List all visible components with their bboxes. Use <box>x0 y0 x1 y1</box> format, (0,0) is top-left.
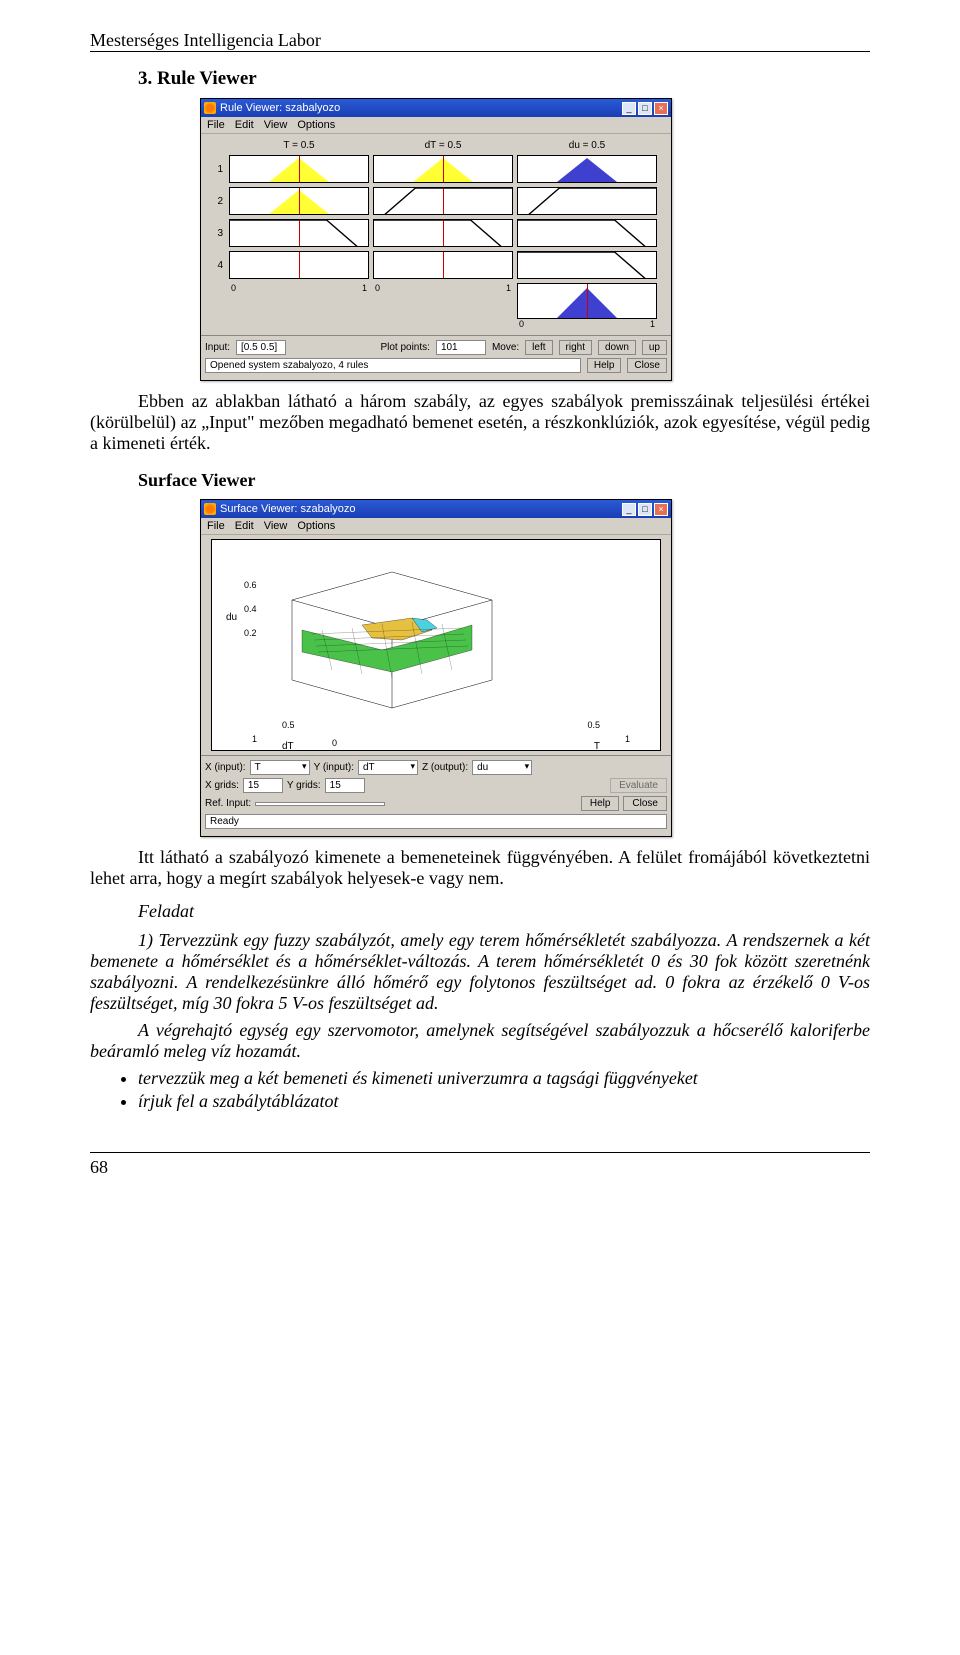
input-field[interactable]: [0.5 0.5] <box>236 340 286 355</box>
xgrids-label: X grids: <box>205 780 239 791</box>
surface-viewer-paragraph: Itt látható a szabályozó kimenete a beme… <box>90 847 870 889</box>
move-down-button[interactable]: down <box>598 340 636 355</box>
z-ticks: 0.6 0.4 0.2 <box>244 580 257 638</box>
menu-edit[interactable]: Edit <box>235 520 254 532</box>
close-button[interactable]: Close <box>623 796 667 811</box>
axis-ticks: 01 <box>517 319 657 329</box>
move-left-button[interactable]: left <box>525 340 552 355</box>
mf-plot <box>373 251 513 279</box>
task-paragraph-2: A végrehajtó egység egy szervomotor, ame… <box>90 1020 870 1062</box>
bullet-item: írjuk fel a szabálytáblázatot <box>138 1091 870 1112</box>
rule-viewer-paragraph: Ebben az ablakban látható a három szabál… <box>90 391 870 454</box>
axis-ticks: 01 <box>373 283 513 329</box>
move-right-button[interactable]: right <box>559 340 592 355</box>
refinput-field[interactable] <box>255 802 385 806</box>
menu-view[interactable]: View <box>264 520 288 532</box>
surface-viewer-window: Surface Viewer: szabalyozo _ □ × File Ed… <box>200 499 672 837</box>
menubar: File Edit View Options <box>201 518 671 535</box>
input-label: Input: <box>205 342 230 353</box>
mf-plot <box>517 219 657 247</box>
z-label: du <box>226 612 237 623</box>
menu-file[interactable]: File <box>207 119 225 131</box>
xinput-dropdown[interactable]: T <box>250 760 310 775</box>
mf-plot <box>229 155 369 183</box>
col-label-du: du = 0.5 <box>517 140 657 151</box>
col-label-dt: dT = 0.5 <box>373 140 513 151</box>
close-button[interactable]: × <box>654 102 668 115</box>
window-title: Rule Viewer: szabalyozo <box>220 102 340 114</box>
mf-plot <box>517 187 657 215</box>
menu-edit[interactable]: Edit <box>235 119 254 131</box>
aggregate-output-plot <box>517 283 657 319</box>
rule-number: 1 <box>207 164 225 175</box>
close-button[interactable]: Close <box>627 358 667 373</box>
surface-viewer-titlebar: Surface Viewer: szabalyozo _ □ × <box>201 500 671 518</box>
ygrids-field[interactable]: 15 <box>325 778 365 793</box>
xinput-label: X (input): <box>205 762 246 773</box>
surface-plot[interactable]: 0.6 0.4 0.2 du <box>211 539 661 751</box>
close-button[interactable]: × <box>654 503 668 516</box>
yinput-label: Y (input): <box>314 762 354 773</box>
help-button[interactable]: Help <box>581 796 620 811</box>
page-header: Mesterséges Intelligencia Labor <box>90 30 870 52</box>
maximize-button[interactable]: □ <box>638 102 652 115</box>
matlab-icon <box>204 102 216 114</box>
move-label: Move: <box>492 342 519 353</box>
dt-axis-label: dT <box>282 741 294 752</box>
matlab-icon <box>204 503 216 515</box>
surface-viewer-figure: Surface Viewer: szabalyozo _ □ × File Ed… <box>200 499 870 837</box>
maximize-button[interactable]: □ <box>638 503 652 516</box>
minimize-button[interactable]: _ <box>622 102 636 115</box>
yinput-dropdown[interactable]: dT <box>358 760 418 775</box>
t-axis-label: T <box>594 741 600 752</box>
move-up-button[interactable]: up <box>642 340 667 355</box>
rule-number: 3 <box>207 228 225 239</box>
zoutput-label: Z (output): <box>422 762 468 773</box>
refinput-label: Ref. Input: <box>205 798 251 809</box>
plot-points-field[interactable]: 101 <box>436 340 486 355</box>
task-paragraph-1: 1) Tervezzünk egy fuzzy szabályzót, amel… <box>90 930 870 1014</box>
mf-plot <box>373 219 513 247</box>
mf-plot <box>373 155 513 183</box>
bullet-item: tervezzük meg a két bemeneti és kimeneti… <box>138 1068 870 1089</box>
rule-number: 2 <box>207 196 225 207</box>
ygrids-label: Y grids: <box>287 780 321 791</box>
mf-plot <box>229 219 369 247</box>
menu-file[interactable]: File <box>207 520 225 532</box>
menubar: File Edit View Options <box>201 117 671 134</box>
menu-options[interactable]: Options <box>297 119 335 131</box>
mf-plot <box>517 251 657 279</box>
rule-viewer-figure: Rule Viewer: szabalyozo _ □ × File Edit … <box>200 98 870 381</box>
rule-viewer-titlebar: Rule Viewer: szabalyozo _ □ × <box>201 99 671 117</box>
feladat-heading: Feladat <box>138 901 870 922</box>
mf-plot <box>373 187 513 215</box>
surface-viewer-heading: Surface Viewer <box>138 470 870 491</box>
xgrids-field[interactable]: 15 <box>243 778 283 793</box>
surface-3d <box>262 570 522 710</box>
minimize-button[interactable]: _ <box>622 503 636 516</box>
mf-plot <box>229 251 369 279</box>
status-bar: Opened system szabalyozo, 4 rules <box>205 358 581 373</box>
plot-points-label: Plot points: <box>380 342 429 353</box>
col-label-t: T = 0.5 <box>229 140 369 151</box>
section-3-title: 3. Rule Viewer <box>138 68 870 90</box>
window-title: Surface Viewer: szabalyozo <box>220 503 356 515</box>
mf-plot <box>517 155 657 183</box>
task-bullets: tervezzük meg a két bemeneti és kimeneti… <box>138 1068 870 1112</box>
help-button[interactable]: Help <box>587 358 622 373</box>
rule-number: 4 <box>207 260 225 271</box>
axis-ticks: 01 <box>229 283 369 329</box>
status-bar: Ready <box>205 814 667 829</box>
menu-options[interactable]: Options <box>297 520 335 532</box>
zoutput-dropdown[interactable]: du <box>472 760 532 775</box>
menu-view[interactable]: View <box>264 119 288 131</box>
evaluate-button[interactable]: Evaluate <box>610 778 667 793</box>
mf-plot <box>229 187 369 215</box>
page-number: 68 <box>90 1157 108 1177</box>
rule-viewer-window: Rule Viewer: szabalyozo _ □ × File Edit … <box>200 98 672 381</box>
